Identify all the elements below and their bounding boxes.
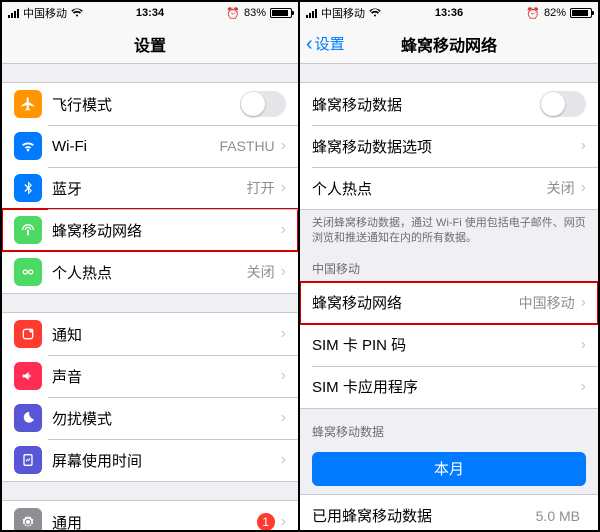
chevron-right-icon: › bbox=[281, 221, 286, 239]
row-detail: FASTHU bbox=[219, 138, 274, 154]
row-screentime[interactable]: 屏幕使用时间 › bbox=[2, 439, 298, 481]
back-button[interactable]: ‹ 设置 bbox=[306, 33, 345, 54]
row-cellular-data[interactable]: 蜂窝移动数据 bbox=[300, 83, 598, 125]
sound-icon bbox=[14, 362, 42, 390]
row-label: SIM 卡应用程序 bbox=[312, 376, 418, 397]
chevron-right-icon: › bbox=[581, 378, 586, 396]
row-detail: 关闭 bbox=[247, 262, 275, 282]
row-detail: 中国移动 bbox=[519, 293, 575, 313]
section-header-carrier: 中国移动 bbox=[300, 246, 598, 281]
row-wifi[interactable]: Wi-Fi FASTHU › bbox=[2, 125, 298, 167]
row-used-data[interactable]: 已用蜂窝移动数据 5.0 MB bbox=[300, 495, 598, 530]
row-label: 已用蜂窝移动数据 bbox=[312, 505, 432, 526]
cellular-group-2: 蜂窝移动网络 中国移动 › SIM 卡 PIN 码 › SIM 卡应用程序 › bbox=[300, 281, 598, 409]
row-airplane-mode[interactable]: 飞行模式 bbox=[2, 83, 298, 125]
clock-label: 13:34 bbox=[2, 7, 298, 19]
nav-bar: 设置 bbox=[2, 24, 298, 64]
settings-group-2: 通知 › 声音 › 勿扰模式 › 屏幕使用时间 › bbox=[2, 312, 298, 482]
row-label: 通知 bbox=[52, 324, 82, 345]
chevron-left-icon: ‹ bbox=[306, 34, 313, 54]
chevron-right-icon: › bbox=[581, 336, 586, 354]
row-detail: 打开 bbox=[247, 178, 275, 198]
chevron-right-icon: › bbox=[281, 325, 286, 343]
chevron-right-icon: › bbox=[281, 367, 286, 385]
clock-label: 13:36 bbox=[300, 7, 598, 19]
chevron-right-icon: › bbox=[281, 513, 286, 530]
row-cellular-options[interactable]: 蜂窝移动数据选项 › bbox=[300, 125, 598, 167]
row-label: 声音 bbox=[52, 366, 82, 387]
current-period-button[interactable]: 本月 bbox=[312, 452, 586, 486]
row-label: 通用 bbox=[52, 512, 82, 531]
row-label: 屏幕使用时间 bbox=[52, 450, 142, 471]
row-label: 蓝牙 bbox=[52, 178, 82, 199]
cellular-icon bbox=[14, 216, 42, 244]
battery-icon bbox=[270, 8, 292, 18]
cellular-group-1: 蜂窝移动数据 蜂窝移动数据选项 › 个人热点 关闭 › bbox=[300, 82, 598, 210]
gear-icon bbox=[14, 508, 42, 530]
row-dnd[interactable]: 勿扰模式 › bbox=[2, 397, 298, 439]
back-label: 设置 bbox=[315, 33, 345, 54]
right-phone: 中国移动 13:36 ⏰ 82% ‹ 设置 蜂窝移动网络 蜂窝移动数据 bbox=[300, 2, 598, 530]
chevron-right-icon: › bbox=[281, 263, 286, 281]
section-header-data: 蜂窝移动数据 bbox=[300, 409, 598, 444]
row-hotspot[interactable]: 个人热点 关闭 › bbox=[2, 251, 298, 293]
screentime-icon bbox=[14, 446, 42, 474]
left-phone: 中国移动 13:34 ⏰ 83% 设置 飞行模式 bbox=[2, 2, 300, 530]
row-detail: 关闭 bbox=[547, 178, 575, 198]
badge: 1 bbox=[257, 513, 275, 530]
cellular-group-3: 已用蜂窝移动数据 5.0 MB 漫游 0 字节 › 系统服务 4.5 MB bbox=[300, 494, 598, 530]
row-label: 个人热点 bbox=[312, 178, 372, 199]
status-bar: 中国移动 13:36 ⏰ 82% bbox=[300, 2, 598, 24]
cellular-data-toggle[interactable] bbox=[540, 91, 586, 117]
airplane-icon bbox=[14, 90, 42, 118]
row-personal-hotspot[interactable]: 个人热点 关闭 › bbox=[300, 167, 598, 209]
dnd-icon bbox=[14, 404, 42, 432]
row-detail: 5.0 MB bbox=[536, 508, 580, 524]
row-label: 蜂窝移动数据 bbox=[312, 94, 402, 115]
settings-group-3: 通用 1 › 控制中心 › bbox=[2, 500, 298, 530]
chevron-right-icon: › bbox=[281, 137, 286, 155]
row-cellular-network[interactable]: 蜂窝移动网络 中国移动 › bbox=[300, 282, 598, 324]
row-sound[interactable]: 声音 › bbox=[2, 355, 298, 397]
chevron-right-icon: › bbox=[281, 179, 286, 197]
row-cellular[interactable]: 蜂窝移动网络 › bbox=[2, 209, 298, 251]
battery-icon bbox=[570, 8, 592, 18]
hotspot-icon bbox=[14, 258, 42, 286]
settings-group-1: 飞行模式 Wi-Fi FASTHU › 蓝牙 打开 › bbox=[2, 82, 298, 294]
chevron-right-icon: › bbox=[581, 294, 586, 312]
bluetooth-icon bbox=[14, 174, 42, 202]
row-label: 勿扰模式 bbox=[52, 408, 112, 429]
row-label: 个人热点 bbox=[52, 262, 112, 283]
row-sim-apps[interactable]: SIM 卡应用程序 › bbox=[300, 366, 598, 408]
wifi-settings-icon bbox=[14, 132, 42, 160]
chevron-right-icon: › bbox=[581, 179, 586, 197]
chevron-right-icon: › bbox=[281, 409, 286, 427]
row-label: 蜂窝移动网络 bbox=[312, 292, 402, 313]
row-label: 飞行模式 bbox=[52, 94, 112, 115]
row-bluetooth[interactable]: 蓝牙 打开 › bbox=[2, 167, 298, 209]
page-title: 设置 bbox=[134, 32, 166, 56]
nav-bar: ‹ 设置 蜂窝移动网络 bbox=[300, 24, 598, 64]
chevron-right-icon: › bbox=[581, 137, 586, 155]
row-label: 蜂窝移动数据选项 bbox=[312, 136, 432, 157]
row-label: 蜂窝移动网络 bbox=[52, 220, 142, 241]
status-bar: 中国移动 13:34 ⏰ 83% bbox=[2, 2, 298, 24]
row-label: SIM 卡 PIN 码 bbox=[312, 334, 406, 355]
row-general[interactable]: 通用 1 › bbox=[2, 501, 298, 530]
row-sim-pin[interactable]: SIM 卡 PIN 码 › bbox=[300, 324, 598, 366]
row-label: Wi-Fi bbox=[52, 138, 87, 155]
airplane-toggle[interactable] bbox=[240, 91, 286, 117]
notifications-icon bbox=[14, 320, 42, 348]
period-label: 本月 bbox=[434, 458, 464, 479]
chevron-right-icon: › bbox=[281, 451, 286, 469]
group-footer: 关闭蜂窝移动数据，通过 Wi-Fi 使用包括电子邮件、网页浏览和推送通知在内的所… bbox=[300, 210, 598, 246]
row-notifications[interactable]: 通知 › bbox=[2, 313, 298, 355]
page-title: 蜂窝移动网络 bbox=[401, 32, 497, 56]
